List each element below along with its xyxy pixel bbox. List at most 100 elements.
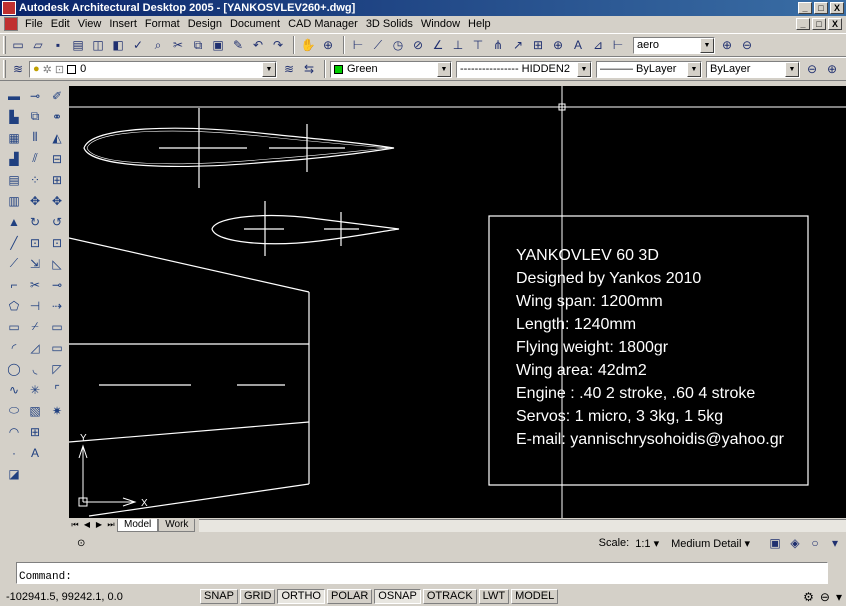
minimize-button[interactable]: _: [798, 2, 812, 14]
stair-icon[interactable]: ▤: [5, 170, 23, 189]
toolbar-grip[interactable]: [3, 36, 6, 54]
zoom-realtime-icon[interactable]: ⊕: [319, 36, 337, 54]
dim-angular-icon[interactable]: ∠: [429, 36, 447, 54]
close-button[interactable]: X: [830, 2, 844, 14]
tab-work[interactable]: Work: [158, 518, 196, 532]
move-tool-icon[interactable]: ✥: [48, 191, 66, 210]
extend-icon[interactable]: ⊣: [26, 296, 44, 315]
move-icon[interactable]: ✥: [26, 191, 44, 210]
dim-continue-icon[interactable]: ⊤: [469, 36, 487, 54]
layer-previous-icon[interactable]: ⇆: [300, 60, 318, 78]
construction-line-icon[interactable]: ⟋: [5, 254, 23, 273]
cut-plane-icon[interactable]: ◈: [786, 534, 804, 552]
polygon-icon[interactable]: ⬠: [5, 296, 23, 315]
lwt-toggle[interactable]: LWT: [478, 589, 510, 604]
fillet-icon[interactable]: ◟: [26, 359, 44, 378]
explode-icon[interactable]: ✳: [26, 380, 44, 399]
layer-combo[interactable]: ● ✲ ⊡ 0 ▼: [29, 60, 277, 78]
leader-icon[interactable]: ↗: [509, 36, 527, 54]
doc-restore-button[interactable]: □: [812, 18, 826, 30]
detail-dropdown[interactable]: Medium Detail ▾: [671, 537, 750, 550]
menu-document[interactable]: Document: [227, 18, 285, 30]
spell-icon[interactable]: ✓: [129, 36, 147, 54]
scale-tool-icon[interactable]: ⊡: [48, 233, 66, 252]
point-icon[interactable]: ·: [5, 443, 23, 462]
menu-edit[interactable]: Edit: [48, 18, 75, 30]
break-tool-icon[interactable]: ▭: [48, 317, 66, 336]
pan-icon[interactable]: ✋: [299, 36, 317, 54]
menu-design[interactable]: Design: [185, 18, 227, 30]
fillet-tool-icon[interactable]: ⌜: [48, 380, 66, 399]
chevron-down-icon[interactable]: ▼: [577, 61, 591, 77]
color-combo[interactable]: Green ▼: [330, 60, 452, 78]
polyline-icon[interactable]: ⌐: [5, 275, 23, 294]
window-icon[interactable]: ▦: [5, 128, 23, 147]
cube-icon[interactable]: ▣: [766, 534, 784, 552]
model-toggle[interactable]: MODEL: [511, 589, 559, 604]
cut-icon[interactable]: ✂: [169, 36, 187, 54]
coordinate-readout[interactable]: -102941.5, 99242.1, 0.0: [0, 591, 200, 603]
ellipse-arc-icon[interactable]: ◠: [5, 422, 23, 441]
preview-icon[interactable]: ◫: [89, 36, 107, 54]
menu-view[interactable]: View: [75, 18, 107, 30]
drawing-canvas[interactable]: Y X YANKOVLEV 60 3D Designed by Yankos 2…: [69, 86, 846, 518]
rotate-tool-icon[interactable]: ↺: [48, 212, 66, 231]
doc-minimize-button[interactable]: _: [796, 18, 810, 30]
chevron-down-icon[interactable]: ▼: [687, 61, 701, 77]
copy-icon[interactable]: ⧉: [189, 36, 207, 54]
dim-radius-icon[interactable]: ◷: [389, 36, 407, 54]
break-icon[interactable]: ⌿: [26, 317, 44, 336]
region-icon[interactable]: ◪: [5, 464, 23, 483]
plotstyle-combo[interactable]: ByLayer ▼: [706, 60, 800, 78]
copy-object-icon[interactable]: ⧉: [26, 107, 44, 126]
print-icon[interactable]: ▤: [69, 36, 87, 54]
gear-icon[interactable]: ⊙: [77, 538, 85, 549]
text-style-icon[interactable]: A: [569, 36, 587, 54]
link-icon[interactable]: ⚭: [48, 107, 66, 126]
status-tray-icon[interactable]: ▾: [836, 590, 842, 604]
circle-icon[interactable]: ◯: [5, 359, 23, 378]
block-icon[interactable]: ⊞: [26, 422, 44, 441]
rotate-icon[interactable]: ↻: [26, 212, 44, 231]
trim-icon[interactable]: ✂: [26, 275, 44, 294]
linetype-combo[interactable]: ---------------- HIDDEN2 ▼: [456, 60, 592, 78]
menu-file[interactable]: File: [22, 18, 48, 30]
app-icon[interactable]: [2, 1, 16, 15]
arc-icon[interactable]: ◜: [5, 338, 23, 357]
last-tab-icon[interactable]: ⏭: [105, 519, 117, 531]
new-icon[interactable]: ▭: [9, 36, 27, 54]
match-properties-icon[interactable]: ✎: [229, 36, 247, 54]
undo-icon[interactable]: ↶: [249, 36, 267, 54]
chamfer-tool-icon[interactable]: ◸: [48, 359, 66, 378]
roof-icon[interactable]: ▲: [5, 212, 23, 231]
rectangle-icon[interactable]: ▭: [5, 317, 23, 336]
zoom-extents-icon[interactable]: ⊕: [823, 60, 841, 78]
save-icon[interactable]: ▪: [49, 36, 67, 54]
line-icon[interactable]: ╱: [5, 233, 23, 252]
next-tab-icon[interactable]: ▶: [93, 519, 105, 531]
center-mark-icon[interactable]: ⊕: [549, 36, 567, 54]
chevron-down-icon[interactable]: ▼: [700, 37, 714, 53]
erase-icon[interactable]: ⊸: [26, 86, 44, 105]
scale-dropdown[interactable]: 1:1 ▾: [635, 537, 659, 550]
dim-linear-icon[interactable]: ⊢: [349, 36, 367, 54]
document-icon[interactable]: [4, 17, 18, 31]
paste-icon[interactable]: ▣: [209, 36, 227, 54]
zoom-out-icon[interactable]: ⊖: [803, 60, 821, 78]
style-combo[interactable]: aero ▼: [633, 36, 715, 54]
lock-toolbar-icon[interactable]: ⊖: [820, 590, 830, 604]
mirror-icon[interactable]: ⫴: [26, 128, 44, 147]
maximize-button[interactable]: □: [814, 2, 828, 14]
publish-icon[interactable]: ◧: [109, 36, 127, 54]
menu-window[interactable]: Window: [418, 18, 465, 30]
opening-icon[interactable]: ▟: [5, 149, 23, 168]
dim-aligned-icon[interactable]: ⟋: [369, 36, 387, 54]
redo-icon[interactable]: ↷: [269, 36, 287, 54]
command-line[interactable]: Command:: [16, 562, 828, 584]
join-icon[interactable]: ▭: [48, 338, 66, 357]
menu-3d-solids[interactable]: 3D Solids: [363, 18, 418, 30]
array-icon[interactable]: ⁘: [26, 170, 44, 189]
tolerance-icon[interactable]: ⊞: [529, 36, 547, 54]
prev-tab-icon[interactable]: ◀: [81, 519, 93, 531]
horizontal-scrollbar[interactable]: [199, 518, 846, 532]
